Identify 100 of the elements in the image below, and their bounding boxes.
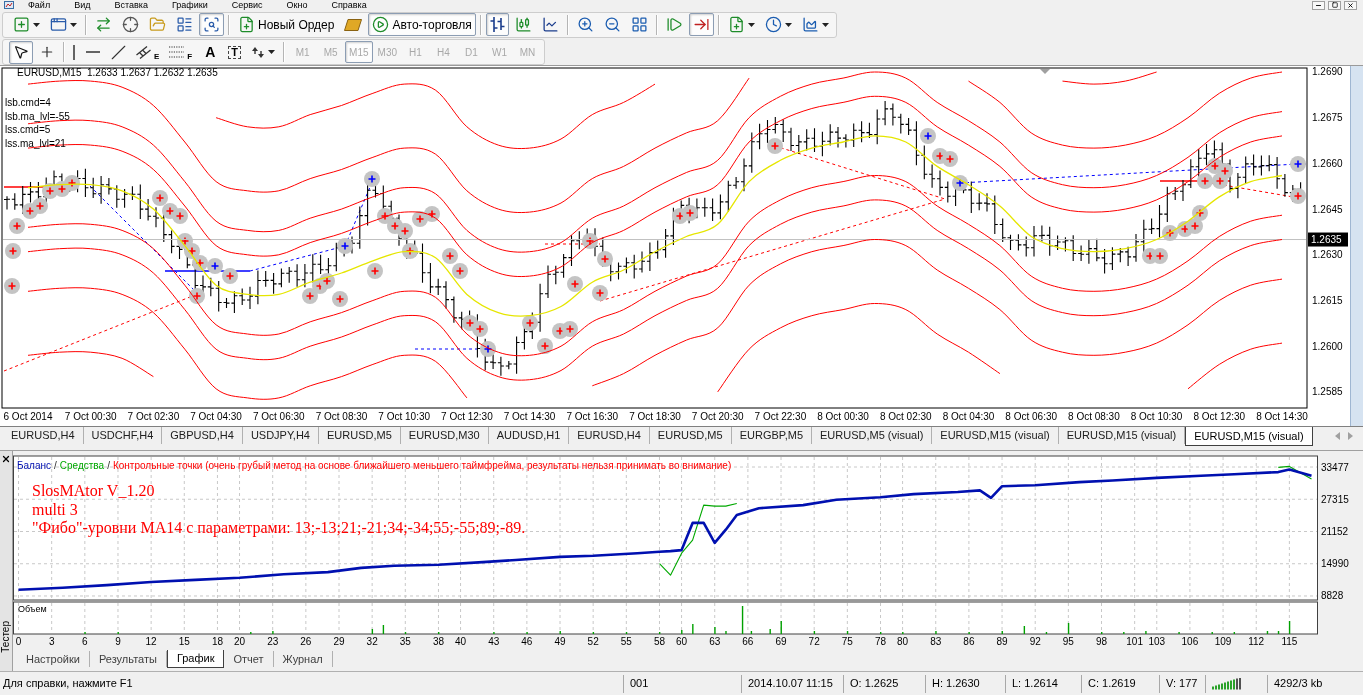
time-axis-label: 7 Oct 16:30 xyxy=(566,411,619,422)
price-axis-label: 1.2630 xyxy=(1312,249,1343,261)
caret-icon xyxy=(33,22,40,27)
x-axis-label: 109 xyxy=(1214,636,1232,647)
area-chart-icon xyxy=(801,16,819,33)
volume-bar xyxy=(1277,631,1280,634)
chart-tab[interactable]: USDCHF,H4 xyxy=(83,427,163,444)
zoom-in-icon xyxy=(576,16,594,33)
time-axis-label: 7 Oct 18:30 xyxy=(629,411,681,422)
volume-bar xyxy=(750,631,753,634)
low-price: L: 1.2614 xyxy=(1012,676,1058,692)
panel-tab[interactable]: Результаты xyxy=(89,651,167,667)
chart-tab[interactable]: EURUSD,M5 xyxy=(649,427,732,444)
chart-tab[interactable]: AUDUSD,H1 xyxy=(488,427,570,444)
menu-item[interactable]: Сервис xyxy=(231,0,263,10)
window-close-button[interactable] xyxy=(1344,0,1357,10)
menu-item[interactable]: Вид xyxy=(74,0,91,10)
price-axis-label: 1.2690 xyxy=(1312,66,1343,78)
chart-tab[interactable]: EURUSD,M15 (visual) xyxy=(932,427,1059,444)
y-axis-label: 27315 xyxy=(1321,493,1349,505)
chart-tab[interactable]: GBPUSD,H4 xyxy=(162,427,243,444)
time-axis-label: 7 Oct 00:30 xyxy=(64,411,117,422)
x-axis-label: 112 xyxy=(1248,636,1265,647)
chart-tab[interactable]: EURUSD,M30 xyxy=(400,427,489,444)
volume-bar xyxy=(741,606,744,634)
x-axis-label: 78 xyxy=(874,636,887,647)
x-axis-label: 103 xyxy=(1148,636,1166,647)
chart-tab[interactable]: USDJPY,H4 xyxy=(242,427,319,444)
caret-icon xyxy=(821,22,829,27)
price-axis-label: 1.2660 xyxy=(1312,157,1343,169)
toolbar-button[interactable] xyxy=(199,13,224,36)
x-axis-label: 20 xyxy=(234,636,246,647)
x-axis-label: 0 xyxy=(15,636,22,647)
magnifier-icon xyxy=(203,16,220,33)
panel-title: Тестер xyxy=(0,621,12,653)
annotation-line: multi 3 xyxy=(32,500,78,519)
volume-bar xyxy=(382,625,385,634)
panel-tab[interactable]: Настройки xyxy=(17,651,90,667)
x-axis-label: 98 xyxy=(1095,636,1108,647)
step-forward-icon xyxy=(665,16,683,33)
restore-button[interactable] xyxy=(1328,0,1341,10)
y-axis-label: 33477 xyxy=(1321,461,1349,473)
toolbar-button[interactable]: T xyxy=(224,40,246,64)
toolbar-button[interactable]: Авто-торговля xyxy=(368,13,476,36)
time-axis-label: 8 Oct 06:30 xyxy=(1005,411,1058,422)
document-plus-icon xyxy=(727,16,745,33)
chart-tab[interactable]: EURUSD,M5 xyxy=(319,427,401,444)
time-axis-label: 7 Oct 10:30 xyxy=(378,411,431,422)
volume-bar xyxy=(846,631,849,634)
x-axis-label: 83 xyxy=(930,636,942,647)
time-axis-label: 7 Oct 02:30 xyxy=(127,411,180,422)
comment-line: lsb.cmd=4 xyxy=(5,96,51,110)
ref-line-label: 1.2635 xyxy=(1311,234,1343,246)
close-button[interactable] xyxy=(0,453,12,464)
chart-tab[interactable]: EURUSD,M15 (visual) xyxy=(1185,427,1313,446)
panel-tab[interactable]: График xyxy=(166,650,225,668)
chart-tab[interactable]: EURUSD,H4 xyxy=(3,427,84,444)
x-axis-label: 15 xyxy=(178,636,190,647)
comment-line: lss.ma_lvl=21 xyxy=(5,136,66,150)
chart-tab[interactable]: EURGBP,M5 xyxy=(731,427,813,444)
chart-tab[interactable]: EURUSD,H4 xyxy=(569,427,650,444)
time-axis-label: 7 Oct 06:30 xyxy=(252,411,305,422)
hatched-channel-icon xyxy=(136,45,151,59)
toolbar-button[interactable]: E xyxy=(132,40,164,64)
price-axis-label: 1.2585 xyxy=(1312,386,1343,398)
x-axis-label: 9 xyxy=(115,636,121,647)
time-axis-label: 8 Oct 14:30 xyxy=(1256,411,1308,422)
toolbar-button[interactable]: Новый Ордер xyxy=(234,13,339,36)
menu-item[interactable]: Окно xyxy=(286,0,308,10)
close-icon xyxy=(1347,1,1354,9)
menu-item[interactable]: Справка xyxy=(331,0,367,10)
toolbar-button[interactable]: A xyxy=(198,40,223,64)
x-axis-label: 69 xyxy=(775,636,787,647)
time-axis-label: 7 Oct 22:30 xyxy=(754,411,807,422)
price-axis-label: 1.2615 xyxy=(1312,294,1343,306)
dotted-lines-icon xyxy=(169,46,185,58)
ohlc-bars-icon xyxy=(489,17,505,32)
menu-item[interactable]: Вставка xyxy=(114,0,148,10)
x-axis-label: 89 xyxy=(996,636,1008,647)
panel-tab[interactable]: Отчет xyxy=(224,651,274,667)
clock-icon xyxy=(764,16,782,33)
menu-item[interactable]: Графики xyxy=(171,0,208,10)
menu-item[interactable]: Файл xyxy=(28,0,51,10)
time-axis-label: 8 Oct 12:30 xyxy=(1193,411,1246,422)
caret-icon xyxy=(784,22,792,27)
x-axis-label: 80 xyxy=(897,636,909,647)
crosshair-icon xyxy=(122,16,139,33)
chart-tab[interactable]: EURUSD,M5 (visual) xyxy=(812,427,933,444)
comment-line: lss.cmd=5 xyxy=(5,123,51,137)
toolbar-button[interactable] xyxy=(9,40,33,64)
minimize-button[interactable] xyxy=(1312,0,1325,10)
toolbar-button[interactable] xyxy=(485,13,509,36)
panel-tab[interactable]: Журнал xyxy=(273,651,333,667)
line-chart-icon xyxy=(541,16,559,33)
cursor-icon xyxy=(13,44,29,60)
x-axis-label: 95 xyxy=(1062,636,1074,647)
time-axis-label: 8 Oct 08:30 xyxy=(1068,411,1120,422)
order-level-line xyxy=(1159,180,1231,182)
time-axis-label: 8 Oct 10:30 xyxy=(1130,411,1183,422)
toolbar-button[interactable]: F xyxy=(165,40,197,64)
